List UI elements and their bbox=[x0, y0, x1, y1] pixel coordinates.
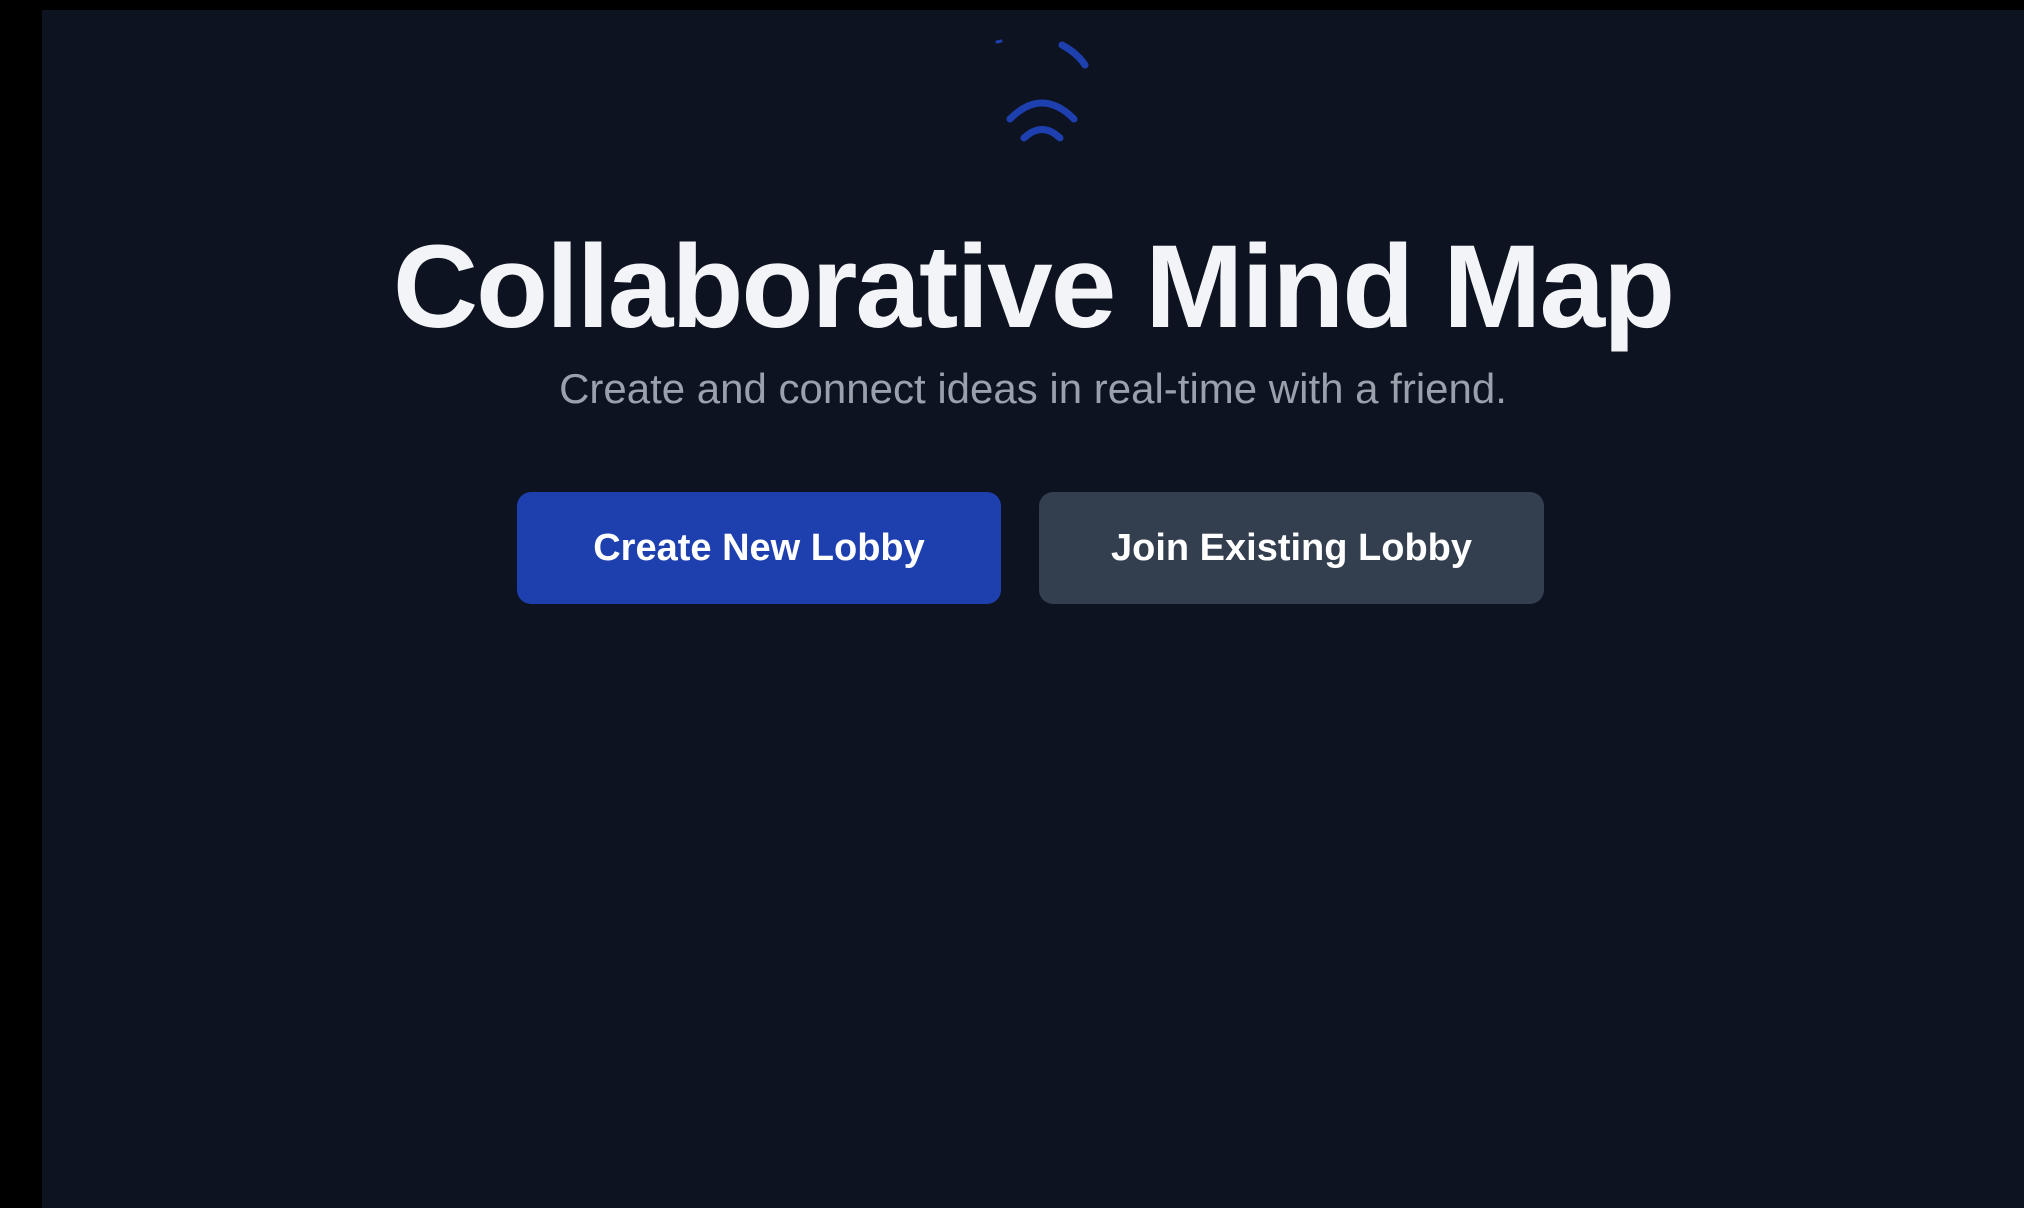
page-title: Collaborative Mind Map bbox=[392, 221, 1675, 353]
create-new-lobby-button[interactable]: Create New Lobby bbox=[517, 492, 1001, 604]
signal-waves-icon bbox=[977, 33, 1107, 153]
join-existing-lobby-button[interactable]: Join Existing Lobby bbox=[1039, 492, 1544, 604]
app-window: Collaborative Mind Map Create and connec… bbox=[42, 10, 2024, 1208]
page-subtitle: Create and connect ideas in real-time wi… bbox=[559, 365, 1507, 412]
